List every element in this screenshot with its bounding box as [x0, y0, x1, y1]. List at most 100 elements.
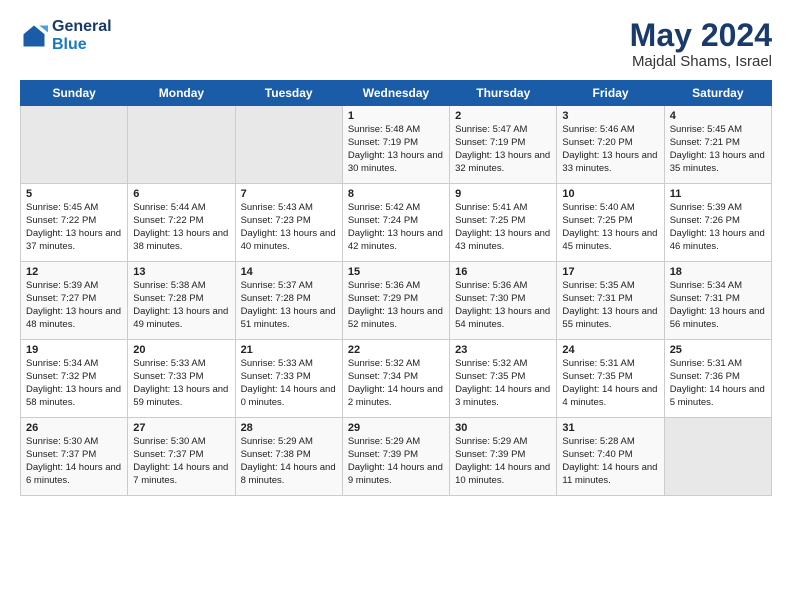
- cell-info: Sunrise: 5:30 AMSunset: 7:37 PMDaylight:…: [133, 436, 229, 487]
- cell-info: Sunrise: 5:40 AMSunset: 7:25 PMDaylight:…: [562, 202, 658, 253]
- day-number: 16: [455, 266, 551, 278]
- day-header-sunday: Sunday: [21, 81, 128, 106]
- day-cell: 29 Sunrise: 5:29 AMSunset: 7:39 PMDayligh…: [342, 418, 449, 496]
- cell-info: Sunrise: 5:29 AMSunset: 7:38 PMDaylight:…: [241, 436, 337, 487]
- day-number: 26: [26, 422, 122, 434]
- cell-info: Sunrise: 5:35 AMSunset: 7:31 PMDaylight:…: [562, 280, 658, 331]
- day-number: 20: [133, 344, 229, 356]
- day-cell: 4Sunrise: 5:45 AMSunset: 7:21 PMDaylight…: [664, 106, 771, 184]
- cell-info: Sunrise: 5:43 AMSunset: 7:23 PMDaylight:…: [241, 202, 337, 253]
- day-number: 19: [26, 344, 122, 356]
- day-number: 10: [562, 188, 658, 200]
- day-number: 17: [562, 266, 658, 278]
- day-number: 3: [562, 110, 658, 122]
- day-cell: [235, 106, 342, 184]
- day-cell: 9 Sunrise: 5:41 AMSunset: 7:25 PMDaylight…: [450, 184, 557, 262]
- day-cell: 28 Sunrise: 5:29 AMSunset: 7:38 PMDayligh…: [235, 418, 342, 496]
- cell-info: Sunrise: 5:46 AMSunset: 7:20 PMDaylight:…: [562, 124, 658, 175]
- day-number: 21: [241, 344, 337, 356]
- header: General Blue May 2024 Majdal Shams, Isra…: [20, 18, 772, 70]
- day-number: 30: [455, 422, 551, 434]
- cell-info: Sunrise: 5:44 AMSunset: 7:22 PMDaylight:…: [133, 202, 229, 253]
- cell-info: Sunrise: 5:30 AMSunset: 7:37 PMDaylight:…: [26, 436, 122, 487]
- day-cell: 5 Sunrise: 5:45 AMSunset: 7:22 PMDaylight…: [21, 184, 128, 262]
- day-number: 1: [348, 110, 444, 122]
- cell-info: Sunrise: 5:36 AMSunset: 7:30 PMDaylight:…: [455, 280, 551, 331]
- day-header-friday: Friday: [557, 81, 664, 106]
- cell-info: Sunrise: 5:33 AMSunset: 7:33 PMDaylight:…: [241, 358, 337, 409]
- day-cell: 6 Sunrise: 5:44 AMSunset: 7:22 PMDaylight…: [128, 184, 235, 262]
- logo: General Blue: [20, 18, 112, 53]
- cell-info: Sunrise: 5:42 AMSunset: 7:24 PMDaylight:…: [348, 202, 444, 253]
- cell-info: Sunrise: 5:32 AMSunset: 7:34 PMDaylight:…: [348, 358, 444, 409]
- day-cell: 2Sunrise: 5:47 AMSunset: 7:19 PMDaylight…: [450, 106, 557, 184]
- day-header-thursday: Thursday: [450, 81, 557, 106]
- location: Majdal Shams, Israel: [630, 53, 772, 70]
- day-number: 4: [670, 110, 766, 122]
- cell-info: Sunrise: 5:32 AMSunset: 7:35 PMDaylight:…: [455, 358, 551, 409]
- logo-line1: General: [52, 18, 112, 36]
- day-cell: 27 Sunrise: 5:30 AMSunset: 7:37 PMDayligh…: [128, 418, 235, 496]
- cell-info: Sunrise: 5:28 AMSunset: 7:40 PMDaylight:…: [562, 436, 658, 487]
- day-cell: 17 Sunrise: 5:35 AMSunset: 7:31 PMDayligh…: [557, 262, 664, 340]
- day-number: 9: [455, 188, 551, 200]
- day-number: 23: [455, 344, 551, 356]
- cell-info: Sunrise: 5:38 AMSunset: 7:28 PMDaylight:…: [133, 280, 229, 331]
- month-title: May 2024: [630, 18, 772, 53]
- day-number: 15: [348, 266, 444, 278]
- day-cell: 7 Sunrise: 5:43 AMSunset: 7:23 PMDaylight…: [235, 184, 342, 262]
- cell-info: Sunrise: 5:39 AMSunset: 7:26 PMDaylight:…: [670, 202, 766, 253]
- day-cell: 10 Sunrise: 5:40 AMSunset: 7:25 PMDayligh…: [557, 184, 664, 262]
- logo-line2: Blue: [52, 36, 112, 54]
- cell-info: Sunrise: 5:41 AMSunset: 7:25 PMDaylight:…: [455, 202, 551, 253]
- day-cell: 25Sunrise: 5:31 AMSunset: 7:36 PMDayligh…: [664, 340, 771, 418]
- day-cell: 8 Sunrise: 5:42 AMSunset: 7:24 PMDaylight…: [342, 184, 449, 262]
- day-cell: 1 Sunrise: 5:48 AMSunset: 7:19 PMDaylight…: [342, 106, 449, 184]
- day-number: 14: [241, 266, 337, 278]
- day-cell: 12Sunrise: 5:39 AMSunset: 7:27 PMDayligh…: [21, 262, 128, 340]
- day-number: 11: [670, 188, 766, 200]
- day-number: 7: [241, 188, 337, 200]
- cell-info: Sunrise: 5:31 AMSunset: 7:36 PMDaylight:…: [670, 358, 766, 409]
- day-cell: 23 Sunrise: 5:32 AMSunset: 7:35 PMDayligh…: [450, 340, 557, 418]
- day-cell: 14 Sunrise: 5:37 AMSunset: 7:28 PMDayligh…: [235, 262, 342, 340]
- day-number: 31: [562, 422, 658, 434]
- day-number: 29: [348, 422, 444, 434]
- week-row-2: 5 Sunrise: 5:45 AMSunset: 7:22 PMDaylight…: [21, 184, 772, 262]
- day-number: 27: [133, 422, 229, 434]
- cell-info: Sunrise: 5:34 AMSunset: 7:31 PMDaylight:…: [670, 280, 766, 331]
- day-header-wednesday: Wednesday: [342, 81, 449, 106]
- day-header-monday: Monday: [128, 81, 235, 106]
- day-number: 22: [348, 344, 444, 356]
- logo-icon: [20, 22, 48, 50]
- cell-info: Sunrise: 5:34 AMSunset: 7:32 PMDaylight:…: [26, 358, 122, 409]
- page: General Blue May 2024 Majdal Shams, Isra…: [0, 0, 792, 612]
- day-cell: 3 Sunrise: 5:46 AMSunset: 7:20 PMDaylight…: [557, 106, 664, 184]
- cell-info: Sunrise: 5:31 AMSunset: 7:35 PMDaylight:…: [562, 358, 658, 409]
- week-row-3: 12Sunrise: 5:39 AMSunset: 7:27 PMDayligh…: [21, 262, 772, 340]
- cell-info: Sunrise: 5:48 AMSunset: 7:19 PMDaylight:…: [348, 124, 444, 175]
- day-cell: 24Sunrise: 5:31 AMSunset: 7:35 PMDayligh…: [557, 340, 664, 418]
- day-number: 13: [133, 266, 229, 278]
- cell-info: Sunrise: 5:37 AMSunset: 7:28 PMDaylight:…: [241, 280, 337, 331]
- week-row-1: 1 Sunrise: 5:48 AMSunset: 7:19 PMDaylight…: [21, 106, 772, 184]
- cell-info: Sunrise: 5:29 AMSunset: 7:39 PMDaylight:…: [348, 436, 444, 487]
- day-cell: [664, 418, 771, 496]
- day-cell: [21, 106, 128, 184]
- day-cell: 22 Sunrise: 5:32 AMSunset: 7:34 PMDayligh…: [342, 340, 449, 418]
- day-number: 18: [670, 266, 766, 278]
- day-cell: 19 Sunrise: 5:34 AMSunset: 7:32 PMDayligh…: [21, 340, 128, 418]
- cell-info: Sunrise: 5:29 AMSunset: 7:39 PMDaylight:…: [455, 436, 551, 487]
- day-cell: 11 Sunrise: 5:39 AMSunset: 7:26 PMDayligh…: [664, 184, 771, 262]
- day-number: 8: [348, 188, 444, 200]
- day-number: 6: [133, 188, 229, 200]
- day-number: 28: [241, 422, 337, 434]
- day-number: 5: [26, 188, 122, 200]
- day-cell: 31 Sunrise: 5:28 AMSunset: 7:40 PMDayligh…: [557, 418, 664, 496]
- day-number: 2: [455, 110, 551, 122]
- week-row-4: 19 Sunrise: 5:34 AMSunset: 7:32 PMDayligh…: [21, 340, 772, 418]
- cell-info: Sunrise: 5:36 AMSunset: 7:29 PMDaylight:…: [348, 280, 444, 331]
- cell-info: Sunrise: 5:45 AMSunset: 7:22 PMDaylight:…: [26, 202, 122, 253]
- day-cell: 21 Sunrise: 5:33 AMSunset: 7:33 PMDayligh…: [235, 340, 342, 418]
- day-header-saturday: Saturday: [664, 81, 771, 106]
